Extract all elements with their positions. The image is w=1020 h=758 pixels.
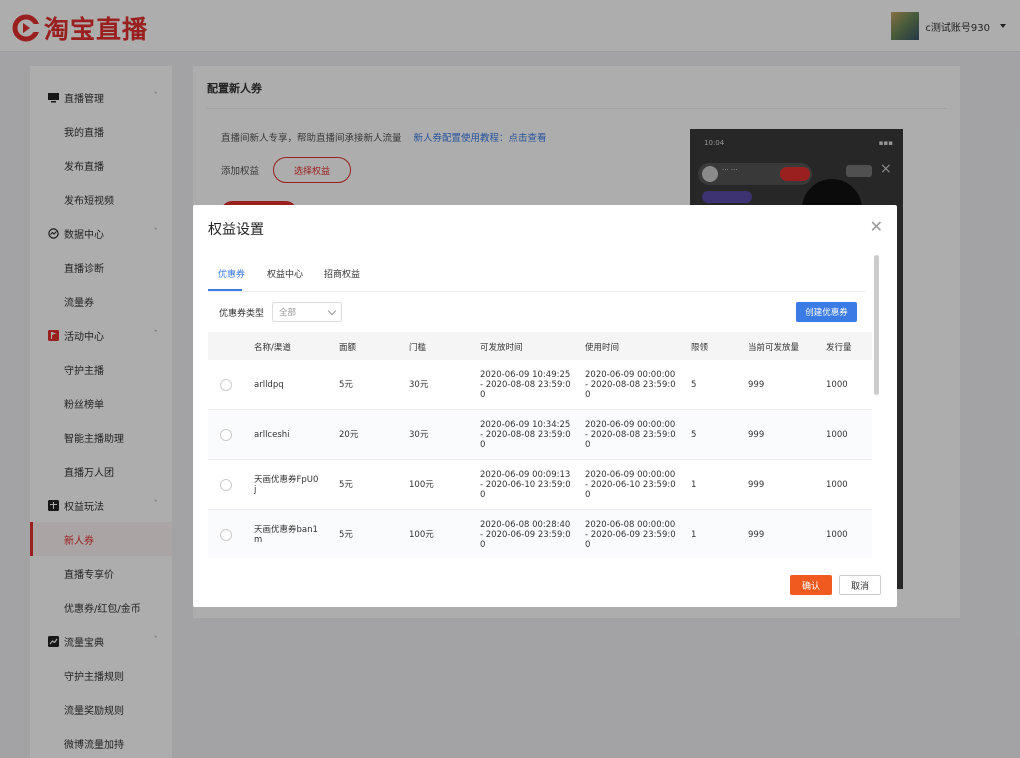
coupon-use-time: 2020-06-09 00:00:00 - 2020-08-08 23:59:0… — [585, 370, 676, 400]
coupon-issue-time: 2020-06-09 10:49:25 - 2020-08-08 23:59:0… — [480, 370, 571, 400]
coupon-threshold: 100元 — [409, 480, 434, 490]
column-header: 门槛 — [409, 343, 427, 353]
row-radio[interactable] — [220, 479, 232, 491]
coupon-issued: 1000 — [826, 480, 848, 490]
column-header: 名称/渠道 — [254, 343, 291, 353]
table-row[interactable]: 天画优惠券ban1m 5元 100元 2020-06-08 00:28:40 -… — [208, 510, 872, 558]
coupon-threshold: 100元 — [409, 530, 434, 540]
coupon-use-time: 2020-06-08 00:00:00 - 2020-06-09 23:59:0… — [585, 520, 676, 550]
coupon-name: 天画优惠券ban1m — [254, 525, 318, 545]
modal-tabs: 优惠券 权益中心 招商权益 — [208, 255, 866, 292]
row-radio[interactable] — [220, 379, 232, 391]
coupon-name: 天画优惠券FpU0j — [254, 475, 319, 495]
cancel-button[interactable]: 取消 — [839, 575, 881, 595]
coupon-limit: 5 — [691, 380, 697, 390]
coupon-limit: 5 — [691, 430, 697, 440]
column-header: 发行量 — [826, 343, 852, 353]
tab-coupon[interactable]: 优惠券 — [218, 267, 245, 280]
close-icon[interactable]: ✕ — [870, 217, 883, 236]
coupon-use-time: 2020-06-09 00:00:00 - 2020-06-10 23:59:0… — [585, 470, 676, 500]
coupon-available: 999 — [748, 480, 765, 490]
coupon-type-value: 全部 — [279, 308, 297, 318]
benefit-settings-modal: 权益设置 ✕ 优惠券 权益中心 招商权益 优惠券类型 全部 创建优惠券 名称/渠… — [193, 205, 897, 607]
table-header: 名称/渠道 面额 门槛 可发放时间 使用时间 限领 当前可发放量 发行量 — [208, 332, 872, 360]
coupon-issued: 1000 — [826, 430, 848, 440]
coupon-amount: 5元 — [339, 480, 353, 490]
coupon-use-time: 2020-06-09 00:00:00 - 2020-08-08 23:59:0… — [585, 420, 676, 450]
coupon-type-label: 优惠券类型 — [219, 309, 265, 319]
coupon-limit: 1 — [691, 480, 697, 490]
tab-benefit-center[interactable]: 权益中心 — [267, 267, 303, 280]
row-radio[interactable] — [220, 429, 232, 441]
coupon-issue-time: 2020-06-09 00:09:13 - 2020-06-10 23:59:0… — [480, 470, 571, 500]
coupon-name: arllceshi — [254, 430, 290, 440]
tab-merchant-benefits[interactable]: 招商权益 — [324, 267, 360, 280]
modal-title: 权益设置 — [208, 222, 264, 238]
column-header: 使用时间 — [585, 343, 620, 353]
table-row[interactable]: 天画优惠券FpU0j 5元 100元 2020-06-09 00:09:13 -… — [208, 460, 872, 510]
row-radio[interactable] — [220, 529, 232, 541]
coupon-table: 名称/渠道 面额 门槛 可发放时间 使用时间 限领 当前可发放量 发行量 arl… — [208, 332, 872, 558]
confirm-button[interactable]: 确认 — [790, 575, 832, 595]
coupon-name: arlldpq — [254, 380, 284, 390]
coupon-type-select[interactable]: 全部 — [272, 302, 342, 322]
table-row[interactable]: arllceshi 20元 30元 2020-06-09 10:34:25 - … — [208, 410, 872, 460]
coupon-issue-time: 2020-06-09 10:34:25 - 2020-08-08 23:59:0… — [480, 420, 571, 450]
coupon-issue-time: 2020-06-08 00:28:40 - 2020-06-09 23:59:0… — [480, 520, 571, 550]
column-header: 当前可发放量 — [748, 343, 800, 353]
coupon-amount: 5元 — [339, 380, 353, 390]
active-tab-indicator — [208, 289, 242, 291]
coupon-available: 999 — [748, 430, 765, 440]
column-header: 限领 — [691, 343, 709, 353]
column-header: 面额 — [339, 343, 357, 353]
modal-scrollbar[interactable] — [874, 255, 879, 395]
coupon-threshold: 30元 — [409, 380, 429, 390]
coupon-limit: 1 — [691, 530, 697, 540]
coupon-available: 999 — [748, 530, 765, 540]
coupon-issued: 1000 — [826, 380, 848, 390]
create-coupon-button[interactable]: 创建优惠券 — [796, 302, 857, 322]
column-header: 可发放时间 — [480, 343, 523, 353]
coupon-issued: 1000 — [826, 530, 848, 540]
chevron-down-icon — [327, 306, 337, 316]
coupon-available: 999 — [748, 380, 765, 390]
coupon-amount: 5元 — [339, 530, 353, 540]
coupon-threshold: 30元 — [409, 430, 429, 440]
coupon-amount: 20元 — [339, 430, 359, 440]
table-row[interactable]: arlldpq 5元 30元 2020-06-09 10:49:25 - 202… — [208, 360, 872, 410]
